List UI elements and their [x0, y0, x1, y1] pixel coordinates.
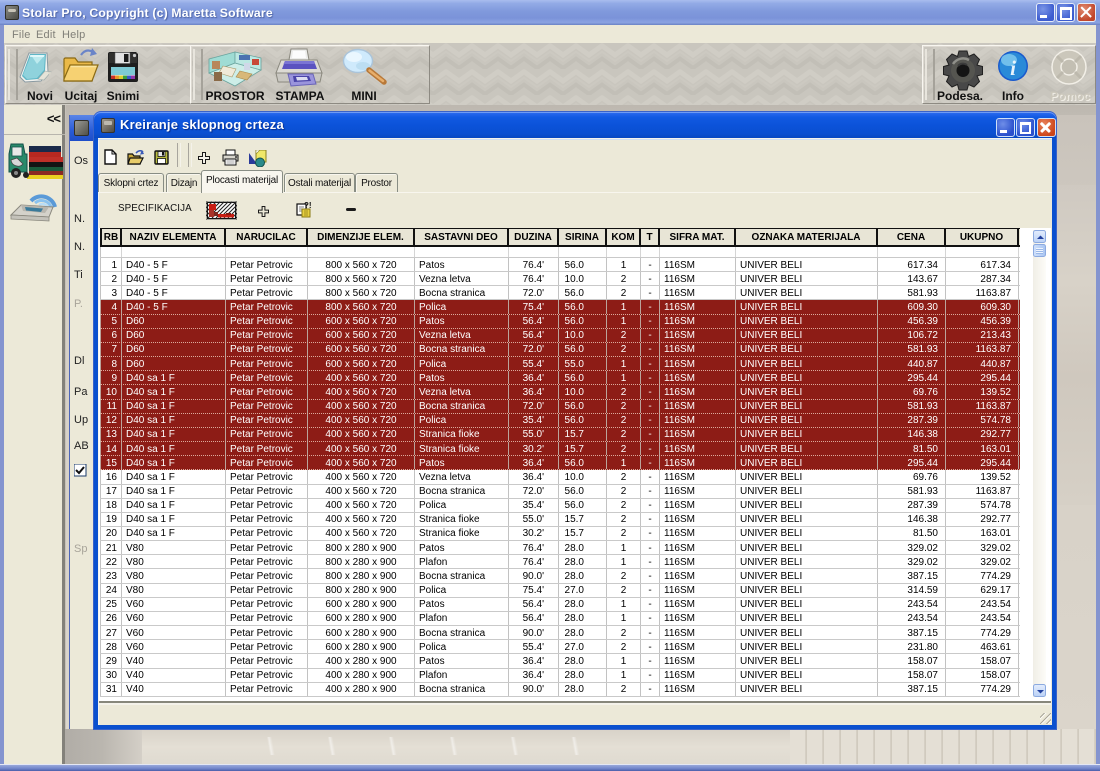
svg-text:i: i: [1010, 56, 1016, 80]
